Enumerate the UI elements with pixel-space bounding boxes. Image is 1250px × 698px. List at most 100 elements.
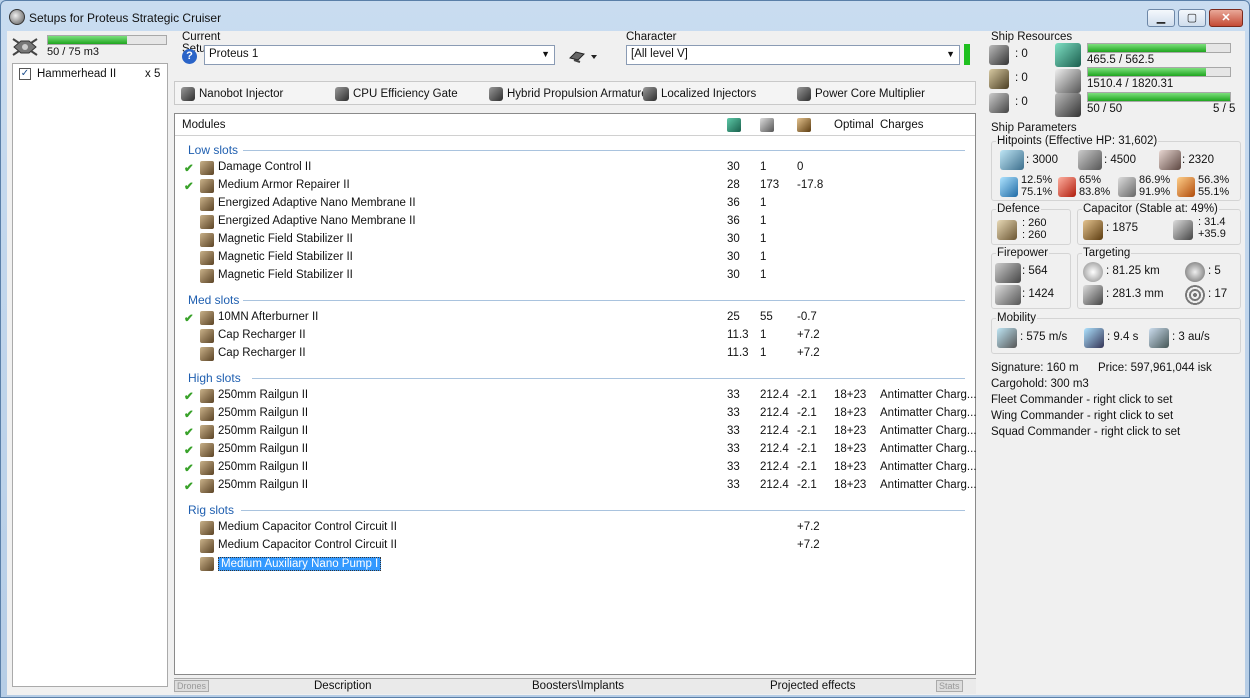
kinetic-resist-armor: 91.9% — [1139, 186, 1171, 198]
module-row[interactable]: ✔ 250mm Railgun II 33 212.4 -2.1 18+23 Antimat… — [175, 459, 977, 477]
active-check-icon[interactable]: ✔ — [184, 407, 194, 421]
active-check-icon[interactable]: ✔ — [184, 389, 194, 403]
drone-name: Hammerhead II — [37, 68, 117, 80]
module-name: Energized Adaptive Nano Membrane II — [218, 215, 416, 227]
character-select[interactable]: [All level V] ▼ — [626, 45, 960, 65]
booster-item[interactable]: Nanobot Injector — [181, 87, 283, 101]
module-charge[interactable]: Antimatter Charg... — [880, 389, 977, 401]
tab-boosters-implants[interactable]: Boosters\Implants — [532, 680, 624, 692]
module-row[interactable]: Magnetic Field Stabilizer II 30 1 — [175, 231, 975, 249]
booster-item[interactable]: Localized Injectors — [643, 87, 756, 101]
section-title-med: Med slots — [188, 293, 240, 307]
header-charges[interactable]: Charges — [880, 119, 923, 131]
squad-commander[interactable]: Squad Commander - right click to set — [991, 426, 1180, 438]
capacitor-group: Capacitor (Stable at: 49%) : 1875 : 31.4… — [1077, 203, 1241, 245]
active-check-icon[interactable]: ✔ — [184, 443, 194, 457]
capacitor-column-icon[interactable] — [797, 118, 811, 132]
module-charge[interactable]: Antimatter Charg... — [880, 443, 977, 455]
module-name: Medium Auxiliary Nano Pump I — [218, 557, 382, 571]
drone-list[interactable]: ✓ Hammerhead II x 5 — [12, 63, 168, 687]
module-charge[interactable]: Antimatter Charg... — [880, 479, 977, 491]
max-targets: : 5 — [1208, 265, 1221, 277]
module-cpu: 28 — [727, 179, 740, 191]
active-check-icon[interactable]: ✔ — [184, 179, 194, 193]
tab-drones[interactable]: Drones — [174, 680, 210, 692]
targeting-group: Targeting : 81.25 km : 5 : 281.3 mm : 17 — [1077, 247, 1241, 309]
module-row[interactable]: ✔ 10MN Afterburner II 25 55 -0.7 — [175, 309, 975, 327]
active-check-icon[interactable]: ✔ — [184, 161, 194, 175]
em-resist-shield: 12.5% — [1021, 174, 1053, 186]
minimize-button[interactable]: ▁ — [1147, 9, 1175, 27]
module-powergrid: 1 — [760, 233, 767, 245]
module-row[interactable]: ✔ 250mm Railgun II 33 212.4 -2.1 18+23 Antimat… — [175, 387, 977, 405]
module-capacitor: -2.1 — [797, 389, 817, 401]
module-charge[interactable]: Antimatter Charg... — [880, 425, 977, 437]
active-check-icon[interactable]: ✔ — [184, 311, 194, 325]
module-powergrid: 1 — [760, 161, 767, 173]
module-row[interactable]: Cap Recharger II 11.3 1 +7.2 — [175, 327, 975, 345]
module-charge[interactable]: Antimatter Charg... — [880, 407, 977, 419]
modules-table[interactable]: Modules Optimal Charges Low slots ✔ Damage… — [174, 113, 977, 675]
powergrid-column-icon[interactable] — [760, 118, 774, 132]
module-row[interactable]: Energized Adaptive Nano Membrane II 36 1 — [175, 195, 975, 213]
drone-panel: 50 / 75 m3 ✓ Hammerhead II x 5 — [7, 31, 170, 695]
help-icon[interactable]: ? — [182, 49, 197, 64]
dps-icon — [995, 263, 1021, 283]
module-row[interactable]: ✔ 250mm Railgun II 33 212.4 -2.1 18+23 Antimat… — [175, 477, 977, 495]
module-charge[interactable]: Antimatter Charg... — [880, 461, 977, 473]
module-row[interactable]: Energized Adaptive Nano Membrane II 36 1 — [175, 213, 975, 231]
booster-item[interactable]: CPU Efficiency Gate — [335, 87, 458, 101]
module-optimal: 18+23 — [834, 443, 867, 455]
ship-parameters-title: Ship Parameters — [991, 122, 1077, 134]
drone-checkbox[interactable]: ✓ — [19, 68, 31, 80]
calibration-bar — [1087, 92, 1231, 102]
maximize-button[interactable]: ▢ — [1178, 9, 1206, 27]
module-name: 250mm Railgun II — [218, 425, 309, 437]
module-row[interactable]: Medium Capacitor Control Circuit II +7.2 — [175, 537, 975, 555]
module-cpu: 33 — [727, 479, 740, 491]
module-row[interactable]: Medium Capacitor Control Circuit II +7.2 — [175, 519, 975, 537]
close-button[interactable]: ✕ — [1209, 9, 1243, 27]
module-row[interactable]: Cap Recharger II 11.3 1 +7.2 — [175, 345, 975, 363]
module-capacitor: -2.1 — [797, 407, 817, 419]
fleet-commander[interactable]: Fleet Commander - right click to set — [991, 394, 1173, 406]
cpu-bar — [1087, 43, 1231, 53]
module-row[interactable]: ✔ 250mm Railgun II 33 212.4 -2.1 18+23 Antimat… — [175, 405, 977, 423]
tab-stats[interactable]: Stats — [936, 680, 963, 692]
module-powergrid: 212.4 — [760, 407, 789, 419]
header-modules[interactable]: Modules — [182, 119, 225, 131]
active-check-icon[interactable]: ✔ — [184, 461, 194, 475]
defence-group: Defence : 260 : 260 — [991, 203, 1071, 245]
module-row[interactable]: Magnetic Field Stabilizer II 30 1 — [175, 267, 975, 285]
module-row[interactable]: ✔ 250mm Railgun II 33 212.4 -2.1 18+23 Antimat… — [175, 441, 977, 459]
tab-projected-effects[interactable]: Projected effects — [770, 680, 855, 692]
module-row[interactable]: ✔ 250mm Railgun II 33 212.4 -2.1 18+23 Antimat… — [175, 423, 977, 441]
wing-commander[interactable]: Wing Commander - right click to set — [991, 410, 1173, 422]
shield-hp: : 3000 — [1026, 154, 1058, 166]
ship-menu-icon[interactable] — [568, 48, 600, 64]
warp-speed: : 3 au/s — [1172, 331, 1210, 343]
module-powergrid: 212.4 — [760, 425, 789, 437]
module-powergrid: 1 — [760, 197, 767, 209]
module-name: Medium Capacitor Control Circuit II — [218, 521, 397, 533]
cpu-column-icon[interactable] — [727, 118, 741, 132]
capacitor-icon — [1083, 220, 1103, 240]
drone-list-item[interactable]: ✓ Hammerhead II x 5 — [13, 67, 167, 83]
header-optimal[interactable]: Optimal — [834, 119, 874, 131]
setup-select[interactable]: Proteus 1 ▼ — [204, 45, 555, 65]
module-cpu: 30 — [727, 233, 740, 245]
module-row[interactable]: ✔ Medium Armor Repairer II 28 173 -17.8 — [175, 177, 975, 195]
active-check-icon[interactable]: ✔ — [184, 425, 194, 439]
module-row[interactable]: Magnetic Field Stabilizer II 30 1 — [175, 249, 975, 267]
module-powergrid: 1 — [760, 215, 767, 227]
turret-hardpoint-icon — [989, 45, 1009, 65]
title-bar[interactable]: Setups for Proteus Strategic Cruiser ▁ ▢… — [1, 1, 1249, 31]
module-row[interactable]: ✔ Damage Control II 30 1 0 — [175, 159, 975, 177]
booster-item[interactable]: Power Core Multiplier — [797, 87, 925, 101]
module-row[interactable]: Medium Auxiliary Nano Pump I — [175, 555, 975, 573]
booster-label: CPU Efficiency Gate — [353, 88, 458, 100]
tab-description[interactable]: Description — [314, 680, 372, 692]
booster-item[interactable]: Hybrid Propulsion Armature — [489, 87, 648, 101]
section-divider — [243, 150, 965, 151]
active-check-icon[interactable]: ✔ — [184, 479, 194, 493]
